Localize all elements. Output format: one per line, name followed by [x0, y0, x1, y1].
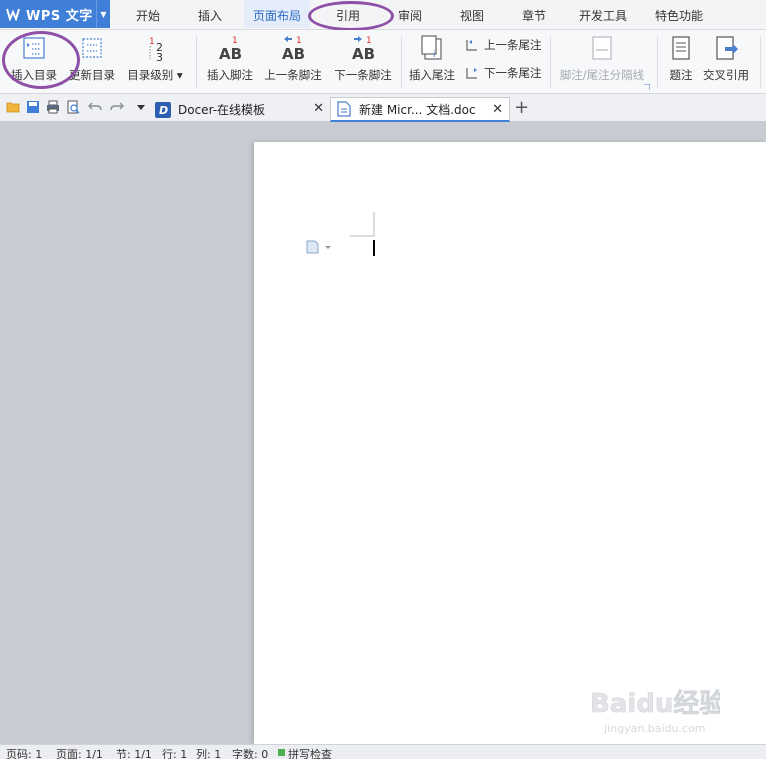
document-page[interactable]	[254, 142, 766, 744]
next-endnote-icon	[466, 68, 477, 79]
app-title: WPS 文字	[26, 8, 93, 24]
status-spell-check[interactable]: 拼写检查	[288, 746, 332, 759]
insert-endnote-label: 插入尾注	[409, 68, 455, 82]
insert-endnote-icon: i	[421, 35, 442, 60]
status-section: 节: 1/1	[116, 748, 152, 759]
caption-icon	[672, 36, 690, 60]
update-toc-icon	[82, 38, 102, 58]
next-footnote-button[interactable]: 1 AB 下一条脚注	[332, 33, 394, 91]
close-tab-icon[interactable]: ✕	[313, 101, 324, 116]
tab-developer[interactable]: 开发工具	[574, 0, 632, 28]
print-icon[interactable]	[46, 100, 60, 114]
save-icon[interactable]	[26, 100, 40, 114]
separator-line-icon	[592, 36, 612, 60]
app-menu-button[interactable]: WPS 文字 ▼	[0, 0, 110, 28]
insert-endnote-button[interactable]: i 插入尾注	[406, 33, 458, 91]
note-separator-label: 脚注/尾注分隔线	[559, 68, 645, 82]
caption-button[interactable]: 题注	[664, 33, 698, 91]
prev-endnote-label: 上一条尾注	[484, 38, 542, 52]
spell-check-indicator-icon	[278, 749, 285, 756]
cross-reference-icon	[716, 36, 738, 60]
svg-text:1: 1	[149, 37, 155, 47]
doc-tab-label: 新建 Micr... 文档.doc	[359, 102, 476, 117]
ribbon-separator	[401, 36, 402, 88]
ribbon-separator	[196, 36, 197, 88]
doc-tab-current[interactable]: 新建 Micr... 文档.doc ✕	[330, 97, 510, 122]
status-bar: 页码: 1 页面: 1/1 节: 1/1 行: 1 列: 1 字数: 0 拼写检…	[0, 744, 766, 759]
svg-text:3: 3	[156, 51, 163, 63]
cross-reference-button[interactable]: 交叉引用	[700, 33, 752, 91]
tab-view[interactable]: 视图	[452, 0, 492, 28]
tab-references[interactable]: 引用	[320, 0, 376, 28]
quick-access-dropdown-icon[interactable]	[134, 100, 148, 114]
ribbon-separator	[550, 36, 551, 88]
ribbon-references: 插入目录 更新目录 1 2 3 目录级别 ▾ 1 AB 插入脚注 1 AB 上一…	[0, 30, 766, 94]
margin-corner-mark	[350, 212, 375, 237]
status-pages: 页面: 1/1	[56, 748, 103, 759]
toc-level-button[interactable]: 1 2 3 目录级别 ▾	[124, 33, 186, 91]
tab-insert[interactable]: 插入	[190, 0, 230, 28]
status-row: 行: 1	[162, 748, 188, 759]
status-words: 字数: 0	[232, 748, 269, 759]
document-icon	[337, 101, 351, 117]
redo-icon[interactable]	[110, 100, 124, 114]
insert-toc-icon	[23, 37, 45, 59]
insert-toc-label: 插入目录	[11, 68, 57, 82]
next-footnote-label: 下一条脚注	[334, 68, 392, 82]
caption-label: 题注	[669, 68, 693, 82]
text-cursor	[373, 240, 375, 256]
svg-text:AB: AB	[219, 45, 242, 63]
new-tab-icon[interactable]: +	[514, 97, 529, 118]
open-folder-icon[interactable]	[6, 100, 20, 114]
quick-access-bar: D Docer-在线模板 ✕ 新建 Micr... 文档.doc ✕ +	[0, 94, 766, 122]
prev-endnote-button[interactable]: 上一条尾注	[464, 36, 542, 54]
update-toc-button[interactable]: 更新目录	[64, 33, 120, 91]
app-dropdown-icon[interactable]: ▼	[96, 0, 110, 28]
svg-text:AB: AB	[352, 45, 375, 63]
cross-reference-label: 交叉引用	[703, 68, 749, 82]
insert-footnote-button[interactable]: 1 AB 插入脚注	[204, 33, 256, 91]
status-col: 列: 1	[196, 748, 222, 759]
doc-tab-label: Docer-在线模板	[178, 103, 266, 117]
status-page: 页码: 1	[6, 748, 43, 759]
prev-footnote-label: 上一条脚注	[264, 68, 322, 82]
next-endnote-button[interactable]: 下一条尾注	[464, 64, 542, 82]
svg-text:AB: AB	[282, 45, 305, 63]
insert-footnote-label: 插入脚注	[207, 68, 253, 82]
tab-review[interactable]: 审阅	[390, 0, 430, 28]
doc-tab-docer[interactable]: D Docer-在线模板 ✕	[150, 97, 330, 122]
insert-footnote-icon: 1 AB	[219, 36, 242, 63]
tab-home[interactable]: 开始	[128, 0, 168, 28]
prev-footnote-button[interactable]: 1 AB 上一条脚注	[262, 33, 324, 91]
ribbon-separator	[657, 36, 658, 88]
tab-chapter[interactable]: 章节	[514, 0, 554, 28]
note-separator-button[interactable]: 脚注/尾注分隔线	[554, 33, 650, 91]
print-preview-icon[interactable]	[66, 100, 80, 114]
undo-icon[interactable]	[88, 100, 102, 114]
next-footnote-icon: 1 AB	[352, 36, 375, 63]
next-endnote-label: 下一条尾注	[484, 66, 542, 80]
prev-footnote-icon: 1 AB	[282, 36, 305, 63]
tab-special[interactable]: 特色功能	[650, 0, 708, 28]
toc-level-icon: 1 2 3	[149, 37, 163, 63]
dialog-launcher-icon[interactable]	[644, 84, 650, 90]
svg-text:D: D	[159, 104, 168, 117]
tab-page-layout[interactable]: 页面布局	[244, 0, 310, 28]
svg-text:i: i	[433, 50, 436, 60]
docer-icon: D	[155, 101, 171, 118]
menu-bar: WPS 文字 ▼ 开始 插入 页面布局 引用 审阅 视图 章节 开发工具 特色功…	[0, 0, 766, 31]
insert-toc-button[interactable]: 插入目录	[6, 33, 62, 91]
document-workspace	[0, 122, 766, 744]
close-tab-icon[interactable]: ✕	[492, 102, 503, 117]
toc-level-label: 目录级别 ▾	[127, 68, 183, 82]
update-toc-label: 更新目录	[69, 68, 115, 82]
paragraph-format-icon[interactable]	[306, 240, 336, 254]
prev-endnote-icon	[466, 40, 477, 51]
wps-logo-icon	[6, 8, 20, 21]
ribbon-separator	[760, 36, 761, 88]
